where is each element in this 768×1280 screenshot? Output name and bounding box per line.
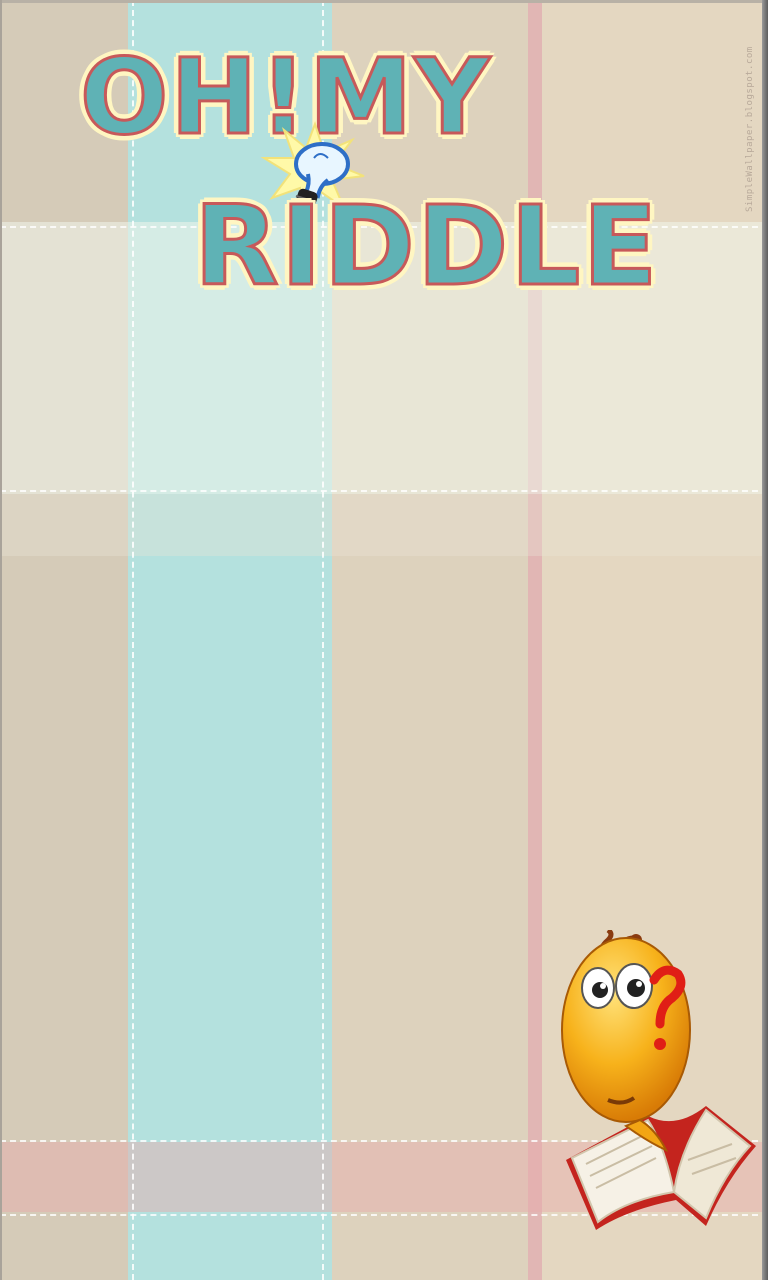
watermark-text: SimpleWallpaper.blogspot.com <box>745 46 755 212</box>
frame-edge <box>0 0 768 3</box>
book-icon <box>566 1106 756 1230</box>
frame-edge <box>762 0 768 1280</box>
thinking-mascot-icon <box>561 930 756 1230</box>
logo-line-2: RIDDLE <box>192 182 660 310</box>
stitch-line <box>0 490 768 492</box>
frame-edge <box>0 0 2 1280</box>
game-screen: OH!MY RIDDLE SimpleWallpaper.blogspot.co… <box>0 0 768 1280</box>
background-band <box>0 494 768 556</box>
game-logo: OH!MY RIDDLE <box>62 40 702 310</box>
